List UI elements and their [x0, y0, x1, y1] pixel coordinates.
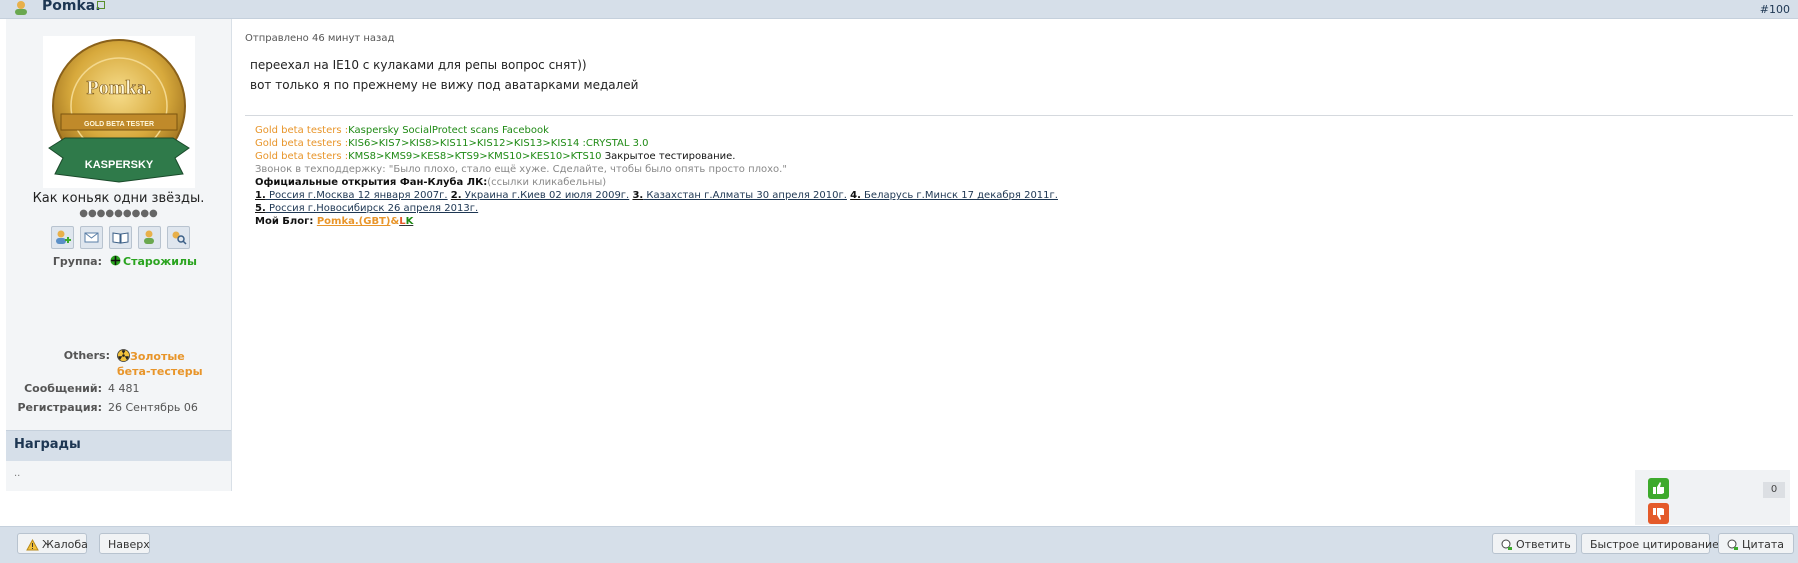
- fanclub-link-2[interactable]: 2. Украина г.Киев 02 июля 2009г.: [451, 190, 629, 201]
- group-label: Группа:: [52, 255, 102, 268]
- reply-button[interactable]: Ответить: [1492, 533, 1577, 554]
- radiation-icon: [117, 349, 130, 362]
- author-name-link[interactable]: Pomka.: [42, 0, 101, 14]
- awards-body: ..: [14, 468, 21, 479]
- post-timestamp: Отправлено 46 минут назад: [245, 33, 395, 44]
- reputation-count: 0: [1763, 482, 1785, 498]
- group-value: Старожилы: [110, 255, 197, 268]
- quick-quote-label: Быстрое цитирование: [1590, 538, 1719, 551]
- find-posts-button[interactable]: [167, 226, 190, 249]
- search-user-icon: [172, 231, 187, 245]
- book-icon: [112, 232, 129, 244]
- sig-text: Kaspersky SocialProtect scans Facebook: [348, 125, 549, 136]
- blog-label: Мой Блог:: [255, 216, 317, 227]
- post-text-line: переехал на IE10 с кулаками для репы воп…: [250, 58, 587, 72]
- sig-suffix: Закрытое тестирование.: [601, 151, 736, 162]
- fanclub-link-5[interactable]: 5. Россия г.Новосибирск 26 апреля 2013г.: [255, 203, 478, 214]
- view-profile-button[interactable]: [138, 226, 161, 249]
- fanclub-link-1[interactable]: 1. Россия г.Москва 12 января 2007г.: [255, 190, 448, 201]
- thumbs-up-icon: [1653, 482, 1664, 494]
- rep-down-button[interactable]: [1648, 503, 1669, 524]
- signature-line: Gold beta testers :KMS8>KMS9>KES8>KTS9>K…: [255, 150, 735, 163]
- signature-blog-row: Мой Блог: Pomka.(GBT)&LK: [255, 215, 413, 228]
- reply-icon: [1501, 539, 1512, 550]
- avatar-name-text: Pomka.: [87, 77, 152, 99]
- post-number-link[interactable]: #100: [1760, 3, 1790, 16]
- post-header: [0, 0, 1798, 19]
- avatar[interactable]: Pomka. GOLD BETA TESTER KASPERSKY: [43, 36, 195, 188]
- others-label: Others:: [63, 349, 110, 362]
- send-message-button[interactable]: [80, 226, 103, 249]
- signature-line: Gold beta testers :Kaspersky SocialProte…: [255, 124, 549, 137]
- quote-label: Цитата: [1742, 538, 1784, 551]
- registration-value: 26 Сентябрь 06: [108, 401, 198, 414]
- sig-prefix: Gold beta testers :: [255, 138, 349, 149]
- envelope-icon: [84, 232, 99, 243]
- report-label: Жалоба: [42, 538, 88, 551]
- others-value: Золотые бета-тестеры: [117, 349, 217, 379]
- posts-label: Сообщений:: [24, 382, 102, 395]
- quick-quote-button[interactable]: Быстрое цитирование: [1581, 533, 1719, 554]
- sig-text: KMS8>KMS9>KES8>KTS9>KMS10>KES10>KTS10: [348, 151, 602, 162]
- fanclub-heading: Официальные открытия Фан-Клуба ЛК:: [255, 177, 488, 188]
- quote-icon: [1727, 539, 1738, 550]
- posts-value: 4 481: [108, 382, 140, 395]
- signature-links-row: 5. Россия г.Новосибирск 26 апреля 2013г.: [255, 202, 478, 215]
- add-friend-button[interactable]: [51, 226, 74, 249]
- signature-links-row: 1. Россия г.Москва 12 января 2007г. 2. У…: [255, 189, 1058, 202]
- others-value-text: Золотые бета-тестеры: [117, 350, 203, 378]
- fanclub-link-4[interactable]: 4. Беларусь г.Минск 17 декабря 2011г.: [850, 190, 1058, 201]
- scroll-top-label: Наверх: [108, 538, 150, 551]
- thumbs-down-icon: [1653, 508, 1664, 520]
- blog-amp: &: [390, 216, 400, 227]
- blog-link-lk[interactable]: LK: [399, 216, 413, 227]
- scroll-top-button[interactable]: Наверх: [99, 533, 150, 554]
- signature-quote: Звонок в техподдержку: "Было плохо, стал…: [255, 164, 787, 175]
- group-value-text: Старожилы: [123, 255, 197, 268]
- user-profile-icon: [144, 230, 154, 244]
- group-icon: [110, 255, 121, 266]
- signature-line: Официальные открытия Фан-Клуба ЛК:(ссылк…: [255, 176, 606, 189]
- member-title: Как коньяк одни звёзды.: [32, 191, 205, 206]
- add-friend-icon: [56, 230, 71, 244]
- online-status-icon: [97, 1, 105, 9]
- reply-label: Ответить: [1516, 538, 1571, 551]
- rep-up-button[interactable]: [1648, 478, 1669, 499]
- report-button[interactable]: Жалоба: [17, 533, 88, 554]
- quote-button[interactable]: Цитата: [1718, 533, 1794, 554]
- view-blog-button[interactable]: [109, 226, 132, 249]
- avatar-brand-text: KASPERSKY: [85, 159, 154, 171]
- blog-link-gbt[interactable]: Pomka.(GBT): [317, 216, 391, 227]
- sig-prefix: Gold beta testers :: [255, 151, 349, 162]
- fanclub-note: (ссылки кликабельны): [487, 177, 607, 188]
- signature-divider: [245, 115, 1793, 116]
- signature-line: Gold beta testers :KIS6>KIS7>KIS8>KIS11>…: [255, 137, 649, 150]
- rating-dots: ●●●●●●●●●: [79, 208, 158, 219]
- awards-title: Награды: [14, 437, 81, 452]
- warning-icon: [26, 539, 39, 551]
- registration-label: Регистрация:: [17, 401, 103, 414]
- user-icon: [15, 1, 27, 15]
- post-text-line: вот только я по прежнему не вижу под ава…: [250, 78, 639, 92]
- avatar-ribbon-text: GOLD BETA TESTER: [84, 121, 154, 128]
- sig-prefix: Gold beta testers :: [255, 125, 349, 136]
- sig-text: KIS6>KIS7>KIS8>KIS11>KIS12>KIS13>KIS14 :…: [348, 138, 649, 149]
- fanclub-link-3[interactable]: 3. Казахстан г.Алматы 30 апреля 2010г.: [632, 190, 846, 201]
